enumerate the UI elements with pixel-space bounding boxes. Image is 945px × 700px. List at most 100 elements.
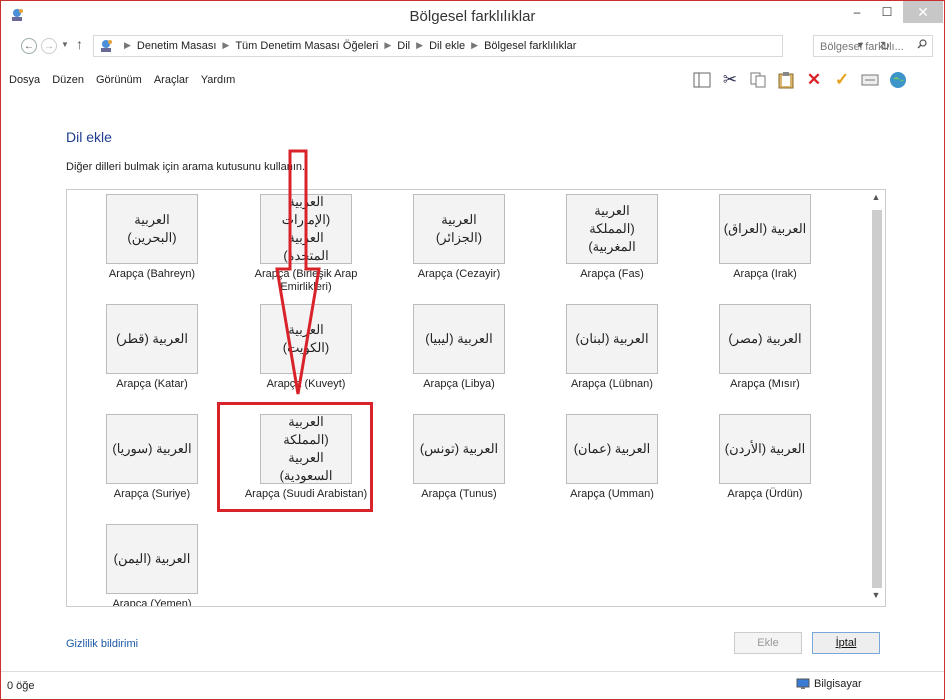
language-native-name: العربية (سوريا) xyxy=(106,414,198,484)
language-label: Arapça (Yemen) xyxy=(112,598,192,607)
language-tile[interactable]: العربية (سوريا) Arapça (Suriye) xyxy=(83,414,221,514)
item-count: 0 öğe xyxy=(7,680,35,692)
computer-icon xyxy=(796,678,810,689)
checkmark-icon[interactable]: ✓ xyxy=(831,69,853,91)
scroll-thumb[interactable] xyxy=(872,210,882,588)
delete-icon[interactable]: ✕ xyxy=(803,69,825,91)
breadcrumb-item[interactable]: Dil ekle xyxy=(429,40,465,52)
language-list: العربية (البحرين) Arapça (Bahreyn) العربية… xyxy=(66,189,886,607)
explorer-window: Bölgesel farklılıklar – ☐ ✕ ← → ▼ ↑ ▶ De… xyxy=(0,0,945,700)
back-button[interactable]: ← xyxy=(21,38,37,54)
menu-file[interactable]: Dosya xyxy=(1,67,46,95)
up-arrow-icon[interactable]: ↑ xyxy=(76,36,83,52)
address-field[interactable]: ▶ Denetim Masası ▶ Tüm Denetim Masası Öğ… xyxy=(93,35,890,57)
search-input[interactable] xyxy=(818,37,912,57)
paste-icon[interactable] xyxy=(775,69,797,91)
language-label: Arapça (Suudi Arabistan) xyxy=(244,488,368,500)
close-button[interactable]: ✕ xyxy=(903,1,943,23)
breadcrumb: ▶ Denetim Masası ▶ Tüm Denetim Masası Öğ… xyxy=(118,40,576,52)
content-area: Dil ekle Diğer dilleri bulmak için arama… xyxy=(1,99,944,607)
breadcrumb-separator-icon: ▶ xyxy=(384,40,392,50)
add-button[interactable]: Ekle xyxy=(734,632,802,654)
language-label: Arapça (Irak) xyxy=(733,268,797,280)
language-label: Arapça (Fas) xyxy=(580,268,644,280)
address-bar: ← → ▼ ↑ ▶ Denetim Masası ▶ Tüm Denetim M… xyxy=(1,35,944,59)
language-label: Arapça (Kuveyt) xyxy=(266,378,346,390)
language-label: Arapça (Cezayir) xyxy=(417,268,501,280)
language-tile[interactable]: العربية (العراق) Arapça (Irak) xyxy=(696,194,834,294)
language-native-name: العربية (المملكة المغربية) xyxy=(566,194,658,264)
page-title: Dil ekle xyxy=(66,129,112,145)
menu-edit[interactable]: Düzen xyxy=(46,67,90,95)
language-tile[interactable]: العربية (لبنان) Arapça (Lübnan) xyxy=(543,304,681,404)
language-tile[interactable]: العربية (المملكة المغربية) Arapça (Fas) xyxy=(543,194,681,294)
language-native-name: العربية (اليمن) xyxy=(106,524,198,594)
forward-button[interactable]: → xyxy=(41,38,57,54)
language-tile[interactable]: العربية (الكويت) Arapça (Kuveyt) xyxy=(237,304,375,404)
window-title: Bölgesel farklılıklar xyxy=(409,8,536,25)
status-bar: 0 öğe Bilgisayar xyxy=(1,671,944,699)
zone-indicator: Bilgisayar xyxy=(796,678,862,690)
language-label: Arapça (Libya) xyxy=(423,378,495,390)
language-native-name: العربية (الأردن) xyxy=(719,414,811,484)
toolbar: ✂ ✕ ✓ xyxy=(691,67,909,93)
vertical-scrollbar[interactable]: ▲ ▼ xyxy=(869,192,883,602)
zone-label: Bilgisayar xyxy=(814,678,862,690)
language-tile[interactable]: العربية (مصر) Arapça (Mısır) xyxy=(696,304,834,404)
language-label: Arapça (Lübnan) xyxy=(571,378,653,390)
breadcrumb-item[interactable]: Tüm Denetim Masası Öğeleri xyxy=(235,40,378,52)
language-native-name: العربية (عمان) xyxy=(566,414,658,484)
language-tile[interactable]: العربية (المملكة العربية السعودية) Arapça… xyxy=(237,414,375,514)
language-native-name: العربية (العراق) xyxy=(719,194,811,264)
search-icon[interactable] xyxy=(917,39,927,49)
cut-icon[interactable]: ✂ xyxy=(719,69,741,91)
title-bar[interactable]: Bölgesel farklılıklar – ☐ ✕ xyxy=(1,1,944,31)
language-tile[interactable]: العربية (الإمارات العربية المتحدة) Arapça… xyxy=(237,194,375,294)
search-box[interactable] xyxy=(813,35,933,57)
language-tile[interactable]: العربية (اليمن) Arapça (Yemen) xyxy=(83,524,221,607)
control-panel-icon xyxy=(101,40,112,52)
language-tile[interactable]: العربية (البحرين) Arapça (Bahreyn) xyxy=(83,194,221,294)
language-native-name: العربية (البحرين) xyxy=(106,194,198,264)
menu-bar: Dosya Düzen Görünüm Araçlar Yardım xyxy=(1,67,241,95)
language-native-name: العربية (تونس) xyxy=(413,414,505,484)
breadcrumb-separator-icon: ▶ xyxy=(222,40,230,50)
recent-locations-chevron-icon[interactable]: ▼ xyxy=(61,40,69,49)
menu-tools[interactable]: Araçlar xyxy=(148,67,195,95)
language-label: Arapça (Ürdün) xyxy=(727,488,803,500)
breadcrumb-item[interactable]: Dil xyxy=(397,40,410,52)
breadcrumb-separator-icon: ▶ xyxy=(471,40,479,50)
language-tile[interactable]: العربية (ليبيا) Arapça (Libya) xyxy=(390,304,528,404)
language-label: Arapça (Katar) xyxy=(116,378,188,390)
language-label: Arapça (Bahreyn) xyxy=(108,268,196,280)
maximize-button[interactable]: ☐ xyxy=(873,1,901,23)
privacy-link[interactable]: Gizlilik bildirimi xyxy=(66,638,138,650)
breadcrumb-item[interactable]: Bölgesel farklılıklar xyxy=(484,40,576,52)
minimize-button[interactable]: – xyxy=(843,1,871,23)
language-native-name: العربية (الكويت) xyxy=(260,304,352,374)
language-tile[interactable]: العربية (الجزائر) Arapça (Cezayir) xyxy=(390,194,528,294)
panel-icon[interactable] xyxy=(691,69,713,91)
language-label: Arapça (Umman) xyxy=(570,488,654,500)
menu-help[interactable]: Yardım xyxy=(195,67,242,95)
cancel-label: İptal xyxy=(835,637,857,649)
properties-icon[interactable] xyxy=(859,69,881,91)
scroll-up-icon[interactable]: ▲ xyxy=(869,192,883,204)
language-tile[interactable]: العربية (تونس) Arapça (Tunus) xyxy=(390,414,528,514)
language-tile[interactable]: العربية (الأردن) Arapça (Ürdün) xyxy=(696,414,834,514)
language-native-name: العربية (لبنان) xyxy=(566,304,658,374)
breadcrumb-separator-icon: ▶ xyxy=(416,40,424,50)
language-label: Arapça (Birleşik Arap Emirlikleri) xyxy=(254,268,358,293)
cancel-button[interactable]: İptal xyxy=(812,632,880,654)
globe-icon[interactable] xyxy=(887,69,909,91)
language-tile[interactable]: العربية (عمان) Arapça (Umman) xyxy=(543,414,681,514)
language-tile[interactable]: العربية (قطر) Arapça (Katar) xyxy=(83,304,221,404)
menu-view[interactable]: Görünüm xyxy=(90,67,148,95)
language-label: Arapça (Tunus) xyxy=(421,488,497,500)
copy-icon[interactable] xyxy=(747,69,769,91)
scroll-down-icon[interactable]: ▼ xyxy=(869,590,883,602)
language-native-name: العربية (الجزائر) xyxy=(413,194,505,264)
breadcrumb-separator-icon: ▶ xyxy=(124,40,131,50)
language-label: Arapça (Mısır) xyxy=(730,378,800,390)
breadcrumb-item[interactable]: Denetim Masası xyxy=(137,40,216,52)
